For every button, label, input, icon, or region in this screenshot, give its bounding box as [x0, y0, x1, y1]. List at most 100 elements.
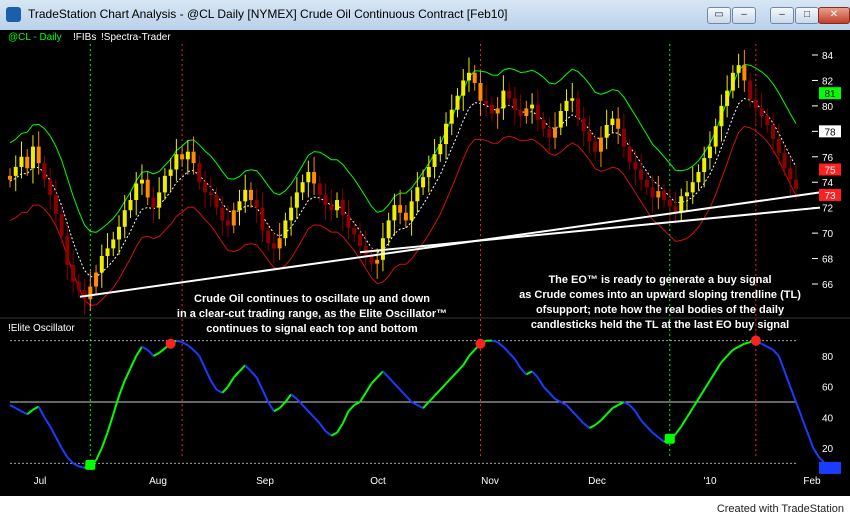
oscillator-segment	[531, 370, 539, 379]
oscillator-segment	[370, 376, 378, 385]
candle-body	[329, 205, 334, 211]
candle-body	[53, 194, 58, 215]
candle-body	[203, 182, 208, 193]
oscillator-segment	[324, 430, 332, 437]
oscillator-segment	[536, 376, 545, 388]
oscillator-segment	[646, 425, 654, 434]
candle-body	[736, 65, 741, 73]
y-tick-label: 84	[822, 51, 834, 62]
candle-body	[357, 234, 362, 246]
x-tick-label: Dec	[588, 476, 606, 487]
oscillator-segment	[640, 419, 648, 428]
candle-body	[145, 179, 150, 198]
oscillator-segment	[462, 355, 470, 366]
candle-body	[587, 131, 592, 142]
oscillator-segment	[405, 395, 413, 403]
oscillator-segment	[806, 432, 815, 449]
oscillator-segment	[525, 370, 533, 376]
oscillator-segment	[422, 401, 430, 409]
oscillator-segment	[777, 355, 786, 372]
oscillator-segment	[347, 404, 355, 412]
fibs-indicator-label: !FIBs	[73, 32, 96, 43]
candle-body	[65, 235, 70, 265]
oscillator-segment	[330, 431, 338, 437]
oscillator-segment	[55, 436, 63, 449]
candle-body	[180, 154, 185, 160]
x-tick-label: Feb	[803, 476, 821, 487]
candle-body	[719, 105, 724, 127]
candle-body	[667, 200, 672, 207]
candle-body	[289, 207, 294, 221]
oscillator-segment	[364, 383, 373, 394]
candle-body	[650, 187, 655, 198]
candle-body	[713, 126, 718, 147]
candle-body	[610, 118, 615, 125]
candle-body	[748, 80, 753, 100]
oscillator-segment	[319, 422, 327, 432]
candle-body	[111, 239, 116, 249]
oscillator-segment	[135, 346, 143, 357]
y-tick-label: 80	[822, 102, 834, 113]
annotation-left-line-3: continues to signal each top and bottom	[206, 323, 418, 335]
oscillator-segment	[657, 436, 665, 443]
oscillator-segment	[703, 380, 711, 391]
candle-body	[581, 118, 586, 132]
oscillator-segment	[307, 410, 315, 419]
chart-min-icon[interactable]: –	[732, 7, 756, 24]
x-tick-label: Aug	[149, 476, 167, 487]
candle-body	[444, 123, 449, 145]
annotation-left-line-1: Crude Oil continues to oscillate up and …	[194, 293, 430, 305]
candle-body	[346, 215, 351, 229]
oscillator-segment	[571, 410, 579, 419]
oscillator-segment	[244, 364, 252, 373]
window-title: TradeStation Chart Analysis - @CL Daily …	[28, 7, 508, 21]
oscillator-segment	[204, 367, 212, 381]
minimize-button[interactable]: –	[770, 7, 794, 24]
oscillator-segment	[341, 410, 350, 424]
oscillator-segment	[428, 395, 436, 403]
oscillator-segment	[387, 376, 396, 385]
oscillator-segment	[451, 370, 459, 379]
candle-body	[271, 243, 276, 249]
candle-body	[197, 163, 202, 183]
candle-body	[512, 98, 517, 110]
x-tick-label: Sep	[256, 476, 274, 487]
close-button[interactable]: ✕	[818, 7, 850, 24]
candle-body	[478, 82, 483, 101]
price-panel-symbol: @CL - Daily	[8, 32, 62, 43]
support-trendline-lower	[359, 206, 821, 254]
candle-body	[294, 192, 299, 208]
oscillator-series	[9, 335, 832, 470]
candle-body	[277, 238, 282, 249]
candle-body	[254, 200, 259, 208]
candle-body	[776, 138, 781, 153]
oscillator-segment	[187, 344, 195, 351]
candle-body	[266, 230, 271, 244]
candle-body	[765, 116, 770, 125]
oscillator-segment	[497, 341, 505, 348]
candle-body	[59, 214, 64, 236]
oscillator-segment	[744, 341, 751, 345]
oscillator-segment	[152, 352, 160, 357]
oscillator-segment	[732, 345, 740, 351]
candle-body	[570, 98, 575, 101]
oscillator-segment	[129, 355, 138, 369]
osc-y-tick-label: 60	[822, 383, 834, 394]
oscillator-segment	[37, 406, 46, 418]
oscillator-segment	[714, 361, 723, 372]
candle-body	[248, 189, 253, 201]
candle-body	[707, 146, 712, 159]
oscillator-segment	[112, 395, 120, 415]
y-tick-label: 68	[822, 255, 834, 266]
candle-body	[541, 119, 546, 129]
oscillator-segment	[605, 407, 614, 415]
oscillator-segment	[800, 416, 809, 434]
oscillator-segment	[192, 349, 201, 357]
chart-plot-area[interactable]: @CL - Daily !FIBs !Spectra-Trader !Elite…	[0, 30, 850, 496]
maximize-button[interactable]: □	[795, 7, 819, 24]
candle-body	[340, 200, 345, 216]
tradestation-app-icon	[6, 7, 21, 22]
restore-chart-icon[interactable]: ▭	[707, 7, 731, 24]
oscillator-segment	[255, 377, 264, 391]
oscillator-segment	[216, 388, 223, 394]
